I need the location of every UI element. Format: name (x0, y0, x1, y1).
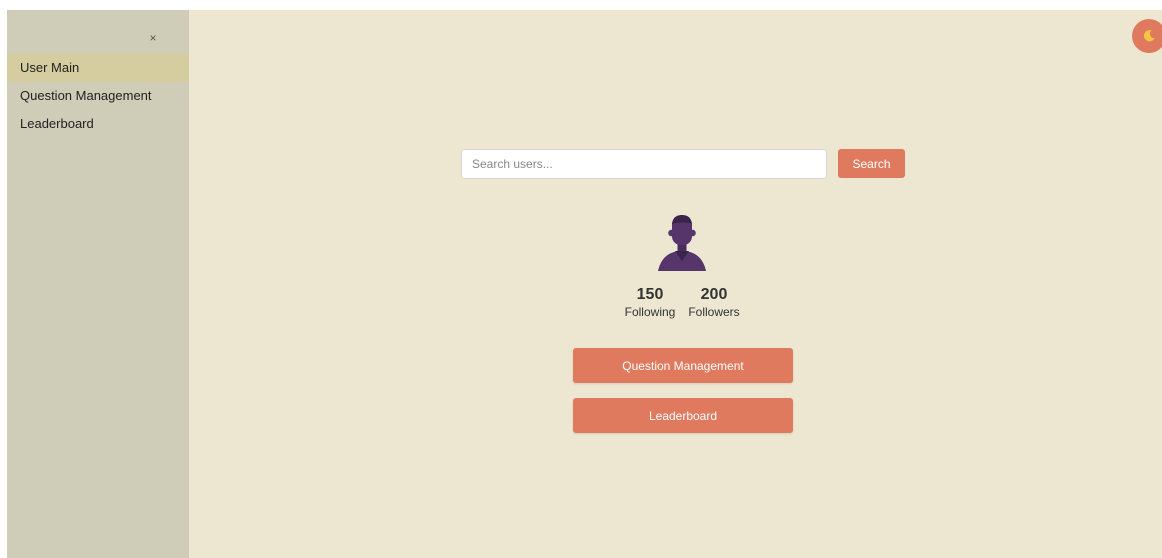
question-management-button[interactable]: Question Management (573, 348, 793, 383)
app-window: × User Main Question Management Leaderbo… (7, 10, 1162, 558)
following-count: 150 (636, 286, 664, 303)
user-avatar-icon (658, 215, 706, 271)
avatar (654, 213, 710, 271)
following-label: Following (624, 305, 676, 319)
profile-stats: 150 Following 200 Followers (623, 286, 742, 319)
followers-count: 200 (700, 286, 728, 303)
followers-label: Followers (688, 305, 740, 319)
search-button[interactable]: Search (838, 149, 905, 178)
moon-icon (1143, 30, 1155, 42)
main-content: Search 150 Following 200 Followers Q (189, 10, 1162, 558)
leaderboard-button[interactable]: Leaderboard (573, 398, 793, 433)
sidebar-item-question-management[interactable]: Question Management (7, 82, 189, 110)
theme-toggle-button[interactable] (1132, 19, 1162, 53)
following-stat[interactable]: 150 Following (623, 286, 677, 319)
sidebar-nav: User Main Question Management Leaderboar… (7, 54, 189, 138)
sidebar-item-leaderboard[interactable]: Leaderboard (7, 110, 189, 138)
followers-stat[interactable]: 200 Followers (686, 286, 742, 319)
sidebar-close-button[interactable]: × (146, 30, 160, 46)
search-input[interactable] (461, 149, 827, 179)
sidebar: × User Main Question Management Leaderbo… (7, 10, 189, 558)
sidebar-item-user-main[interactable]: User Main (7, 54, 189, 82)
